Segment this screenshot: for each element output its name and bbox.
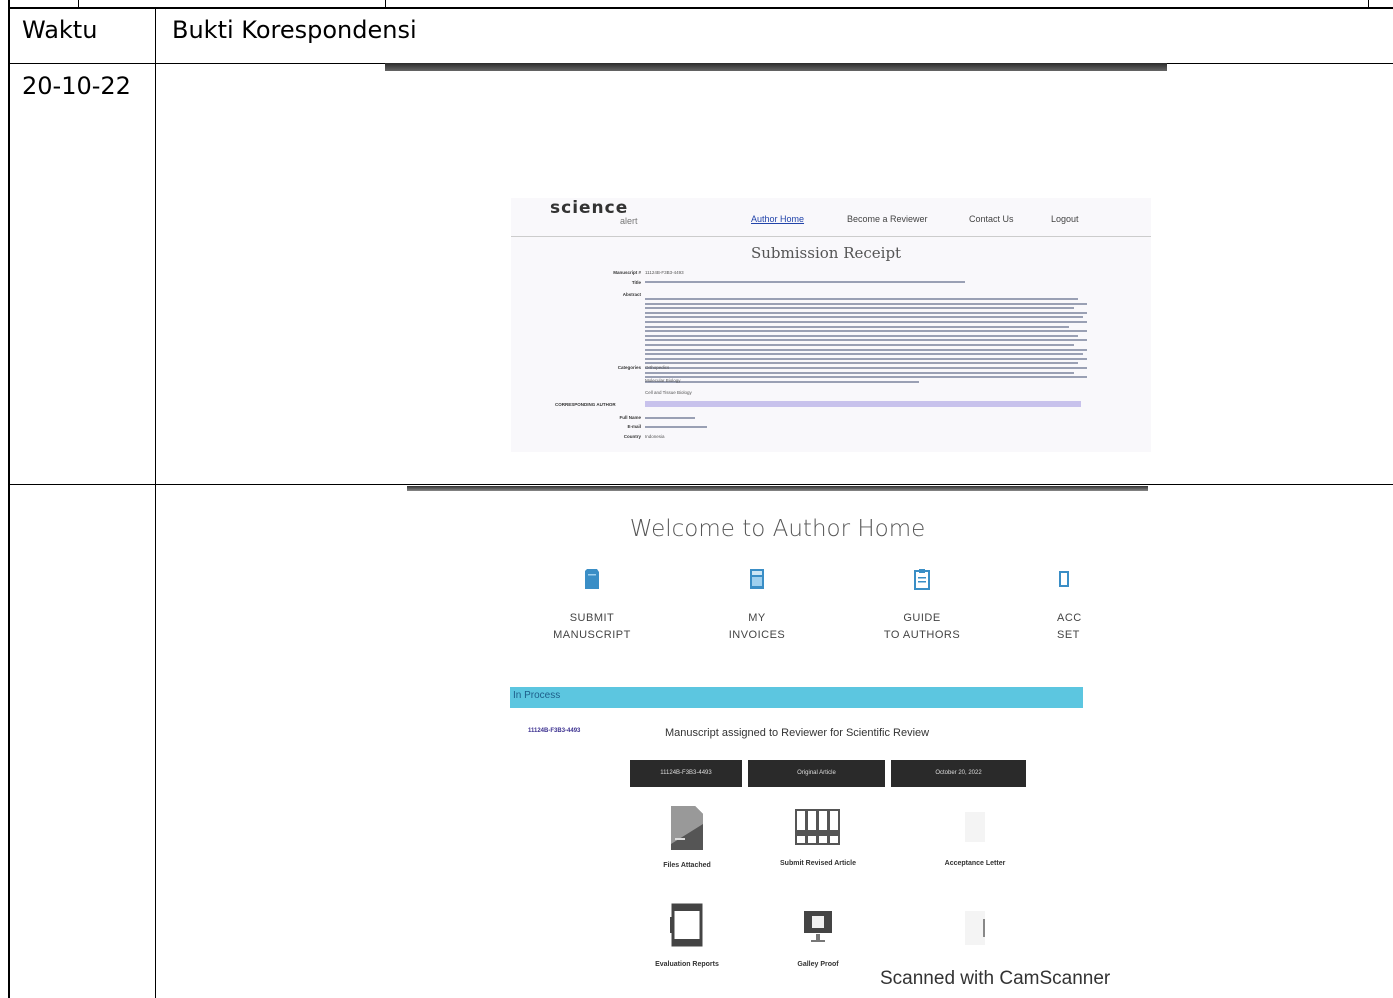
field-value: Orthopedics xyxy=(645,365,670,370)
field-value: Cell and Tissue Biology xyxy=(645,390,692,395)
header-divider xyxy=(511,236,1151,237)
menu-guide-to-authors[interactable]: GUIDE TO AUTHORS xyxy=(857,568,987,644)
page-title: Welcome to Author Home xyxy=(629,516,926,542)
action-galley-proof[interactable]: Galley Proof xyxy=(748,907,888,968)
page-icon xyxy=(965,911,985,945)
field-label: Categories xyxy=(617,365,641,370)
site-logo: science xyxy=(550,198,629,218)
submission-receipt-page: science alert Author Home Become a Revie… xyxy=(511,198,1151,452)
camscanner-watermark: Scanned with CamScanner xyxy=(880,968,1111,989)
row-date: 20-10-22 xyxy=(22,72,131,100)
screenshot-top-edge xyxy=(407,486,1148,491)
binders-icon xyxy=(795,809,840,845)
action-label: Evaluation Reports xyxy=(655,961,719,968)
letter-icon xyxy=(965,812,985,842)
field-value: Indonesia xyxy=(645,434,665,439)
field-label: Title xyxy=(631,280,641,285)
field-value: Molecular Biology xyxy=(645,378,681,383)
header-bukti-korespondensi: Bukti Korespondensi xyxy=(172,16,417,44)
nav-author-home[interactable]: Author Home xyxy=(751,214,804,224)
menu-label: SUBMIT MANUSCRIPT xyxy=(553,612,631,641)
action-label: Files Attached xyxy=(663,862,711,869)
header-waktu: Waktu xyxy=(22,16,98,44)
table-border xyxy=(8,484,1393,485)
table-border xyxy=(155,7,156,998)
manuscript-status-message: Manuscript assigned to Reviewer for Scie… xyxy=(665,727,930,739)
action-evaluation-reports[interactable]: Evaluation Reports xyxy=(617,903,757,968)
monitor-icon xyxy=(804,911,832,942)
screenshot-top-edge xyxy=(385,63,1167,71)
page-title: Submission Receipt xyxy=(751,244,902,262)
field-label: Country xyxy=(623,434,641,439)
clipboard-icon xyxy=(914,569,930,590)
table-border xyxy=(8,7,1393,9)
field-label: Manuscript # xyxy=(613,270,641,275)
menu-label: GUIDE TO AUTHORS xyxy=(883,612,961,641)
action-label: Submit Revised Article xyxy=(780,860,856,867)
settings-icon xyxy=(1059,571,1069,587)
corresponding-author-bar xyxy=(645,401,1081,407)
chip-submission-date: October 20, 2022 xyxy=(891,760,1026,787)
chip-article-type: Original Article xyxy=(748,760,885,787)
menu-submit-manuscript[interactable]: SUBMIT MANUSCRIPT xyxy=(527,568,657,644)
field-value: 11124B-F3B3-4493 xyxy=(645,270,684,275)
submission-receipt-screenshot: science alert Author Home Become a Revie… xyxy=(385,63,1167,453)
email-text-line xyxy=(645,426,707,428)
abstract-text xyxy=(645,298,1087,385)
menu-my-invoices[interactable]: MY INVOICES xyxy=(692,568,822,644)
calculator-icon xyxy=(750,569,764,589)
author-home-screenshot: Welcome to Author Home SUBMIT MANUSCRIPT… xyxy=(407,486,1148,998)
action-label: Galley Proof xyxy=(797,961,839,968)
in-process-bar: In Process xyxy=(510,687,1083,708)
field-label: Full Name xyxy=(619,415,641,420)
corresponding-author-label: CORRESPONDING AUTHOR xyxy=(555,402,616,407)
action-label: Acceptance Letter xyxy=(944,860,1006,867)
action-files-attached[interactable]: Files Attached xyxy=(617,804,757,869)
nav-contact-us[interactable]: Contact Us xyxy=(969,214,1014,224)
action-submit-revised-article[interactable]: Submit Revised Article xyxy=(748,808,888,867)
manuscript-id-link[interactable]: 11124B-F3B3-4493 xyxy=(528,728,580,734)
table-border xyxy=(8,7,10,998)
menu-account-settings[interactable]: ACC SET xyxy=(1053,568,1083,644)
menu-label: MY INVOICES xyxy=(728,612,786,641)
action-unnamed[interactable] xyxy=(905,907,1045,947)
site-logo-sub: alert xyxy=(620,216,638,226)
field-label: E-mail xyxy=(627,424,641,429)
file-icon xyxy=(671,806,703,850)
notebook-icon xyxy=(670,903,703,947)
field-label: Abstract xyxy=(622,292,641,297)
title-text-line xyxy=(645,281,965,283)
action-acceptance-letter[interactable]: Acceptance Letter xyxy=(905,808,1045,867)
full-name-text-line xyxy=(645,417,695,419)
menu-label: ACC SET xyxy=(1057,612,1082,641)
in-process-label: In Process xyxy=(513,690,561,701)
chip-manuscript-id: 11124B-F3B3-4493 xyxy=(630,760,742,787)
nav-logout[interactable]: Logout xyxy=(1051,214,1079,224)
nav-become-reviewer[interactable]: Become a Reviewer xyxy=(847,214,928,224)
document-icon xyxy=(585,569,599,589)
